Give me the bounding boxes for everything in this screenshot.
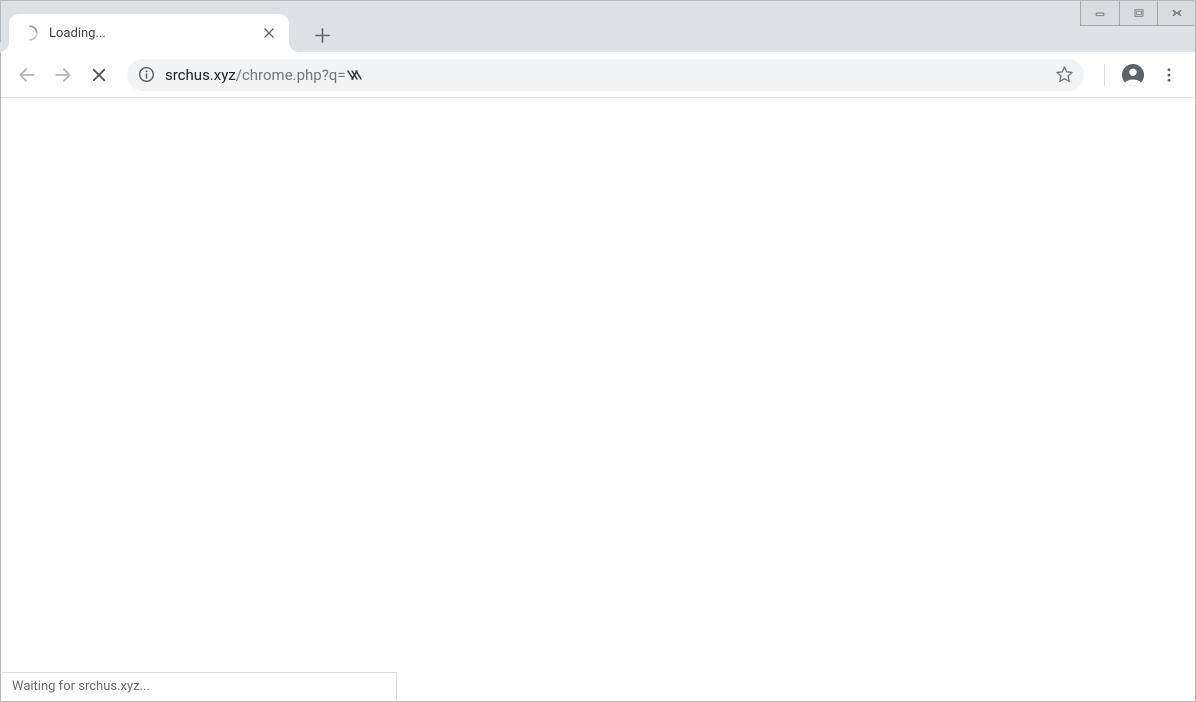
close-icon [264,28,274,38]
title-bar: Loading... [1,1,1195,52]
status-bar: Waiting for srchus.xyz... [2,672,397,700]
new-tab-button[interactable] [307,20,337,50]
window-controls [1080,1,1195,26]
tab-strip: Loading... [1,14,337,52]
stop-button[interactable] [83,59,115,91]
url-host: srchus.xyz [165,66,236,84]
arrow-right-icon [53,65,73,85]
info-icon [138,66,155,83]
tab-title: Loading... [49,26,251,41]
minimize-button[interactable] [1081,1,1119,25]
kebab-menu-icon [1160,66,1178,84]
profile-button[interactable] [1117,59,1149,91]
close-window-button[interactable] [1157,1,1195,25]
toolbar-separator [1104,64,1105,86]
page-content [1,98,1195,701]
bookmark-button[interactable] [1054,65,1074,85]
arrow-left-icon [17,65,37,85]
plus-icon [315,28,330,43]
star-icon [1055,65,1074,84]
close-window-icon [1169,7,1185,19]
browser-window: Loading... [0,0,1196,702]
back-button[interactable] [11,59,43,91]
stop-icon [90,66,108,84]
url-path: /chrome.php?q= [236,66,346,84]
address-bar[interactable]: srchus.xyz/chrome.php?q= [127,59,1084,91]
menu-button[interactable] [1153,59,1185,91]
status-text: Waiting for srchus.xyz... [12,679,150,694]
tab-close-button[interactable] [261,25,277,41]
tab-active[interactable]: Loading... [9,14,289,52]
url-query-glyph [347,68,369,82]
profile-icon [1121,63,1145,87]
url-text: srchus.xyz/chrome.php?q= [165,66,1044,84]
maximize-icon [1131,7,1147,19]
maximize-button[interactable] [1119,1,1157,25]
forward-button[interactable] [47,59,79,91]
loading-spinner-icon [21,24,39,42]
site-info-button[interactable] [137,66,155,84]
toolbar: srchus.xyz/chrome.php?q= [1,52,1195,98]
minimize-icon [1092,7,1108,19]
